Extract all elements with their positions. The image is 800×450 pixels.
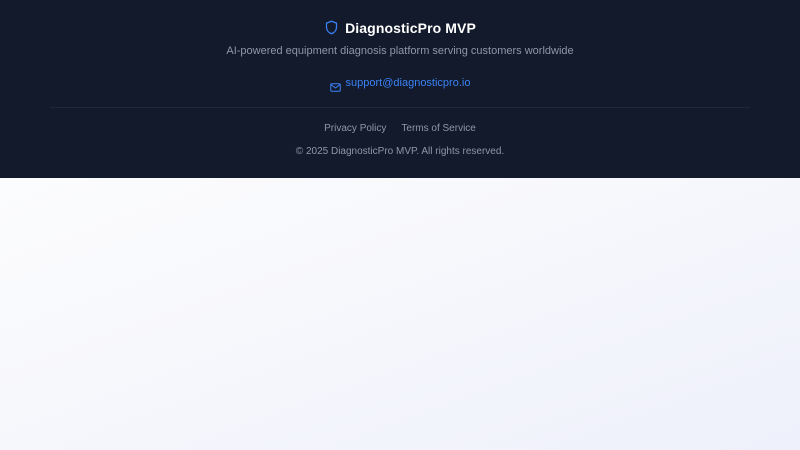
- copyright-notice: © 2025 DiagnosticPro MVP. All rights res…: [295, 146, 505, 157]
- privacy-policy-link[interactable]: Privacy Policy: [324, 123, 386, 134]
- footer-tagline: AI-powered equipment diagnosis platform …: [226, 45, 574, 57]
- footer-brand: DiagnosticPro MVP: [0, 19, 800, 36]
- terms-of-service-link[interactable]: Terms of Service: [401, 123, 475, 134]
- brand-name: DiagnosticPro MVP: [345, 19, 476, 36]
- mail-icon: [329, 79, 341, 92]
- page-background: [0, 178, 800, 450]
- support-email-link[interactable]: support@diagnosticpro.io: [346, 77, 471, 89]
- shield-icon: [324, 19, 339, 36]
- site-footer: DiagnosticPro MVP AI-powered equipment d…: [0, 0, 800, 178]
- footer-contact: support@diagnosticpro.io: [0, 77, 800, 92]
- footer-divider: [50, 107, 750, 108]
- footer-links: Privacy Policy Terms of Service: [0, 123, 800, 134]
